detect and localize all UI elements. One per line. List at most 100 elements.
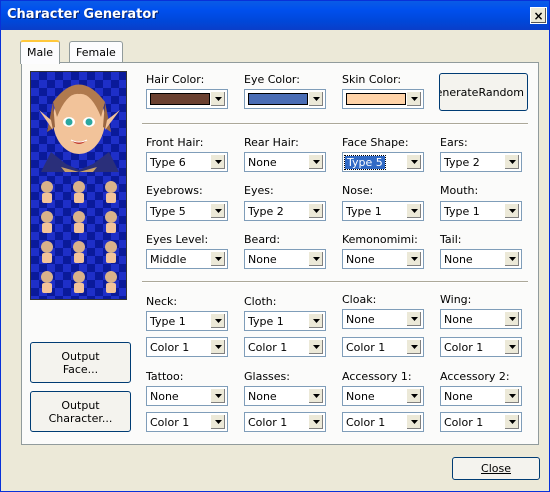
chevron-down-icon[interactable]: [308, 388, 324, 404]
output-character-line2: Character...: [48, 411, 113, 425]
accessory-1-dropdown[interactable]: None: [342, 386, 424, 406]
eyebrows-dropdown[interactable]: Type 5: [146, 201, 228, 221]
kemonomimi-dropdown[interactable]: None: [342, 249, 424, 269]
face-shape-label: Face Shape:: [342, 136, 409, 149]
chevron-down-icon[interactable]: [504, 311, 520, 327]
eye-color-swatch: [248, 93, 308, 105]
chevron-down-icon[interactable]: [406, 251, 422, 267]
eyes-dropdown[interactable]: Type 2: [244, 201, 326, 221]
eyes-level-dropdown[interactable]: Middle: [146, 249, 228, 269]
tail-dropdown[interactable]: None: [440, 249, 522, 269]
mouth-label: Mouth:: [440, 184, 479, 197]
wing-label: Wing:: [440, 293, 472, 306]
character-preview-art: [39, 84, 120, 293]
chevron-down-icon[interactable]: [504, 414, 520, 430]
chevron-down-icon[interactable]: [308, 414, 324, 430]
chevron-down-icon[interactable]: [308, 339, 324, 355]
chevron-down-icon[interactable]: [504, 154, 520, 170]
chevron-down-icon[interactable]: [210, 251, 226, 267]
beard-dropdown[interactable]: None: [244, 249, 326, 269]
glasses-dropdown[interactable]: None: [244, 386, 326, 406]
divider-1: [142, 123, 528, 125]
tattoo-color-value: Color 1: [150, 416, 190, 429]
beard-label: Beard:: [244, 233, 281, 246]
output-character-line1: Output: [61, 398, 100, 412]
cloth-color-dropdown[interactable]: Color 1: [244, 337, 326, 357]
cloak-color-dropdown[interactable]: Color 1: [342, 337, 424, 357]
chevron-down-icon[interactable]: [210, 414, 226, 430]
divider-2: [142, 281, 528, 283]
chevron-down-icon[interactable]: [406, 91, 422, 107]
front-hair-label: Front Hair:: [146, 136, 204, 149]
neck-color-dropdown[interactable]: Color 1: [146, 337, 228, 357]
accessory-1-label: Accessory 1:: [342, 370, 412, 383]
skin-color-swatch: [346, 93, 406, 105]
accessory-2-color-dropdown[interactable]: Color 1: [440, 412, 522, 432]
character-generator-window: Character Generator × Male Female Output…: [0, 0, 550, 492]
accessory-2-label: Accessory 2:: [440, 370, 510, 383]
chevron-down-icon[interactable]: [504, 251, 520, 267]
generate-random-button[interactable]: enerateRandom: [439, 73, 528, 111]
neck-label: Neck:: [146, 295, 178, 308]
front-hair-dropdown[interactable]: Type 6: [146, 152, 228, 172]
tattoo-dropdown[interactable]: None: [146, 386, 228, 406]
nose-dropdown[interactable]: Type 1: [342, 201, 424, 221]
chevron-down-icon[interactable]: [308, 313, 324, 329]
chevron-down-icon[interactable]: [504, 388, 520, 404]
output-character-button[interactable]: Output Character...: [30, 391, 131, 432]
cloth-label: Cloth:: [244, 295, 277, 308]
chevron-down-icon[interactable]: [504, 339, 520, 355]
window-close-button[interactable]: ×: [530, 7, 547, 24]
chevron-down-icon[interactable]: [308, 154, 324, 170]
kemonomimi-value: None: [346, 253, 375, 266]
chevron-down-icon[interactable]: [210, 154, 226, 170]
tab-female[interactable]: Female: [69, 41, 123, 63]
chevron-down-icon[interactable]: [406, 339, 422, 355]
beard-value: None: [248, 253, 277, 266]
chevron-down-icon[interactable]: [504, 203, 520, 219]
wing-color-dropdown[interactable]: Color 1: [440, 337, 522, 357]
generate-random-label: enerateRandom: [439, 85, 524, 99]
ears-dropdown[interactable]: Type 2: [440, 152, 522, 172]
rear-hair-dropdown[interactable]: None: [244, 152, 326, 172]
accessory-1-color-dropdown[interactable]: Color 1: [342, 412, 424, 432]
eyebrows-value: Type 5: [150, 205, 186, 218]
rear-hair-label: Rear Hair:: [244, 136, 299, 149]
cloth-dropdown[interactable]: Type 1: [244, 311, 326, 331]
chevron-down-icon[interactable]: [308, 203, 324, 219]
glasses-color-dropdown[interactable]: Color 1: [244, 412, 326, 432]
hair-color-dropdown[interactable]: [146, 89, 228, 109]
chevron-down-icon[interactable]: [308, 251, 324, 267]
chevron-down-icon[interactable]: [210, 339, 226, 355]
skin-color-dropdown[interactable]: [342, 89, 424, 109]
output-face-button[interactable]: Output Face...: [30, 342, 131, 383]
face-shape-dropdown[interactable]: Type 5: [342, 152, 424, 172]
chevron-down-icon[interactable]: [308, 91, 324, 107]
chevron-down-icon[interactable]: [406, 388, 422, 404]
tail-label: Tail:: [440, 233, 462, 246]
mouth-dropdown[interactable]: Type 1: [440, 201, 522, 221]
cloak-dropdown[interactable]: None: [342, 309, 424, 329]
nose-label: Nose:: [342, 184, 374, 197]
chevron-down-icon[interactable]: [210, 91, 226, 107]
accessory-2-value: None: [444, 390, 473, 403]
chevron-down-icon[interactable]: [210, 388, 226, 404]
tab-male-label: Male: [27, 46, 54, 59]
wing-dropdown[interactable]: None: [440, 309, 522, 329]
tattoo-color-dropdown[interactable]: Color 1: [146, 412, 228, 432]
chevron-down-icon[interactable]: [210, 203, 226, 219]
close-button[interactable]: Close: [452, 457, 540, 480]
chevron-down-icon[interactable]: [210, 313, 226, 329]
hair-color-swatch: [150, 93, 210, 105]
accessory-2-dropdown[interactable]: None: [440, 386, 522, 406]
tab-male[interactable]: Male: [20, 40, 61, 64]
eye-color-dropdown[interactable]: [244, 89, 326, 109]
chevron-down-icon[interactable]: [406, 414, 422, 430]
chevron-down-icon[interactable]: [406, 203, 422, 219]
hair-color-label: Hair Color:: [146, 73, 205, 86]
neck-dropdown[interactable]: Type 1: [146, 311, 228, 331]
close-icon: ×: [533, 8, 544, 23]
mouth-value: Type 1: [444, 205, 480, 218]
chevron-down-icon[interactable]: [406, 154, 422, 170]
chevron-down-icon[interactable]: [406, 311, 422, 327]
